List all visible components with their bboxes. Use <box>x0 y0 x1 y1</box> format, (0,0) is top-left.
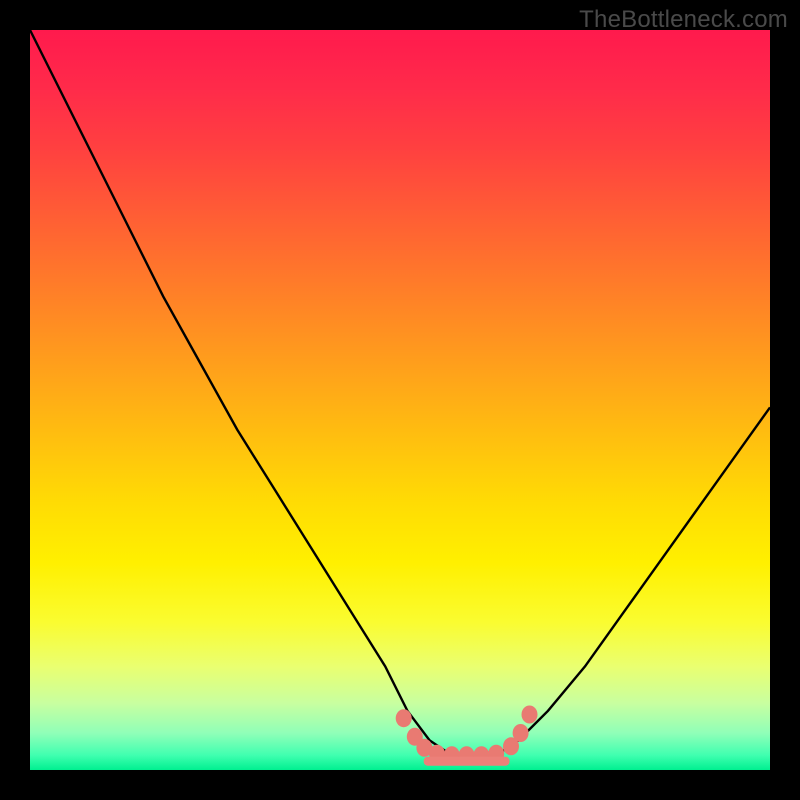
highlight-dot <box>513 724 529 742</box>
highlight-strip <box>424 757 510 766</box>
bottleneck-curve <box>30 30 770 755</box>
highlight-dot <box>396 709 412 727</box>
watermark-text: TheBottleneck.com <box>579 6 788 34</box>
highlight-dot <box>522 706 538 724</box>
plot-area <box>30 30 770 770</box>
curve-layer <box>30 30 770 770</box>
highlight-dots <box>396 706 538 765</box>
chart-frame: TheBottleneck.com <box>0 0 800 800</box>
